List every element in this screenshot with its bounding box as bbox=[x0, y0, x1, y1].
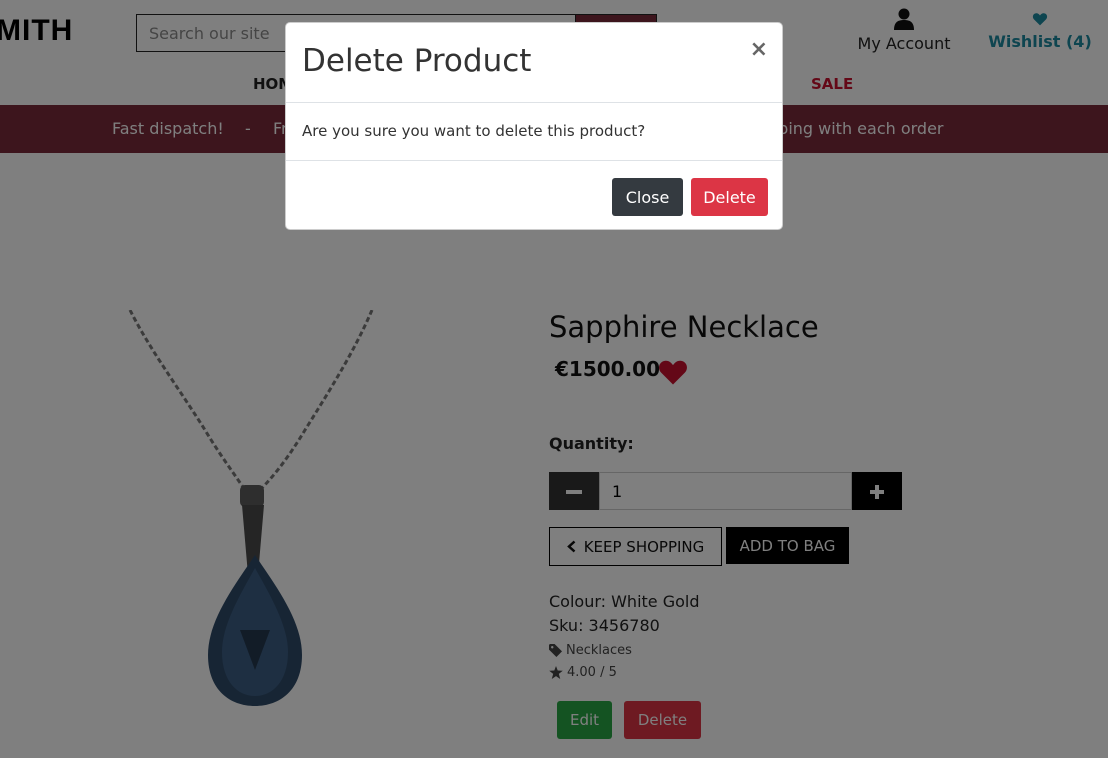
modal-title: Delete Product bbox=[302, 43, 532, 79]
modal-delete-button[interactable]: Delete bbox=[691, 178, 768, 216]
close-icon[interactable]: × bbox=[750, 37, 768, 62]
modal-footer: Close Delete bbox=[286, 160, 782, 230]
modal-header: Delete Product × bbox=[286, 23, 782, 103]
modal-body-text: Are you sure you want to delete this pro… bbox=[302, 122, 646, 140]
modal-close-button[interactable]: Close bbox=[612, 178, 683, 216]
delete-product-modal: Delete Product × Are you sure you want t… bbox=[285, 22, 783, 230]
